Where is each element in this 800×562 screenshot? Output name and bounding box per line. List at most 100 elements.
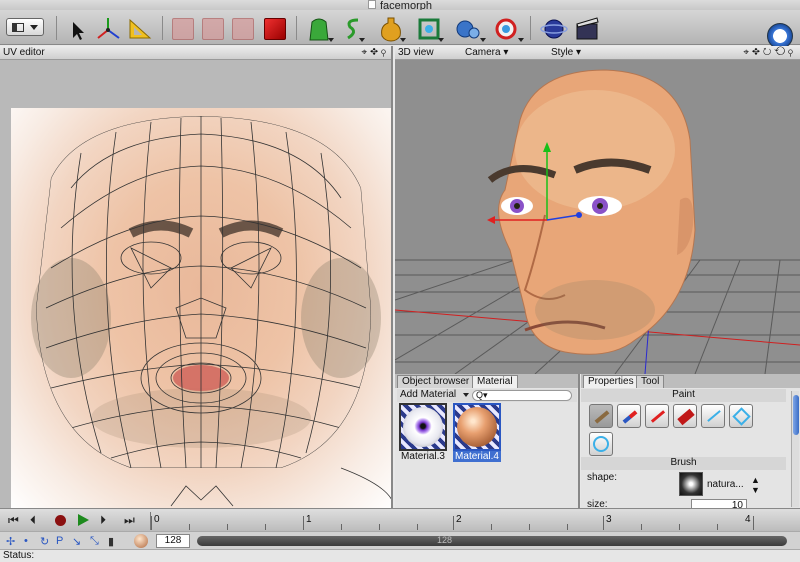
tab-tool[interactable]: Tool — [636, 375, 665, 388]
shape-value[interactable]: natura... — [707, 479, 744, 490]
line-tool-icon[interactable] — [701, 404, 725, 428]
properties-panel: Properties Tool Paint Brush shape: natur… — [581, 374, 800, 508]
chevron-down-icon[interactable] — [359, 38, 365, 42]
pen-tool-icon[interactable] — [645, 404, 669, 428]
point-key-icon[interactable]: • — [24, 535, 28, 547]
param-key-icon[interactable]: P — [56, 535, 63, 547]
transform-axes-icon[interactable] — [94, 14, 122, 42]
properties-tabs: Properties Tool — [581, 374, 800, 388]
paint-section-title: Paint — [581, 389, 786, 402]
uv-texture-canvas[interactable] — [11, 108, 391, 508]
brush-section-title: Brush — [581, 457, 786, 470]
material-item[interactable]: Material.4 — [453, 403, 501, 463]
zoom-icon[interactable]: ⚲ — [381, 47, 389, 58]
bottom-toolbar: ✢ • ↻ P ↘ ⤡ ▮ 128 128 — [0, 531, 800, 549]
brush-shape-preview[interactable] — [679, 472, 703, 496]
path-key-icon[interactable]: ↘ — [72, 535, 81, 548]
shape-stepper[interactable]: ▲ ▼ — [751, 475, 760, 495]
shape-label: shape: — [587, 472, 618, 483]
layout-selector-button[interactable] — [6, 18, 44, 36]
tab-material[interactable]: Material — [472, 375, 518, 388]
target-icon[interactable]: ⌖ — [743, 47, 752, 58]
search-input[interactable]: Q▾ — [472, 390, 572, 401]
scrollbar-thumb[interactable] — [793, 395, 799, 435]
cube-ghost-icon[interactable] — [232, 18, 254, 40]
size-input[interactable]: 10 — [691, 499, 747, 508]
3d-viewport[interactable] — [395, 60, 800, 374]
camera-menu[interactable]: Camera ▾ — [465, 46, 508, 59]
timeline-tick-label: 2 — [456, 514, 462, 525]
timeline-bar: ⏮ ⏴ ⏵ ⏭ 0 1 2 3 4 — [0, 508, 800, 531]
rotate-key-icon[interactable]: ↻ — [40, 535, 49, 548]
move-icon[interactable]: ✥ — [752, 47, 763, 58]
chevron-down-icon[interactable] — [438, 38, 444, 42]
slider-value: 128 — [437, 535, 453, 545]
skip-start-icon[interactable]: ⏮ — [8, 514, 19, 526]
add-material-label: Add Material — [400, 389, 457, 400]
toolbar-separator — [530, 16, 531, 40]
ruler-triangle-icon[interactable] — [126, 14, 154, 42]
timeline-tick-label: 3 — [606, 514, 612, 525]
rectangle-tool-icon[interactable] — [729, 404, 753, 428]
cube-solid-icon[interactable] — [264, 18, 286, 40]
object-browser-tabs: Object browser Material — [395, 374, 578, 388]
view-tools: ⌖✥↻⟲⚲ — [743, 46, 796, 59]
tab-object-browser[interactable]: Object browser — [397, 375, 475, 388]
step-forward-icon[interactable]: ⏵ — [100, 514, 106, 526]
play-icon[interactable] — [78, 514, 89, 526]
chevron-down-icon[interactable] — [518, 38, 524, 42]
marker-tool-icon[interactable] — [617, 404, 641, 428]
orbit-icon[interactable]: ↻ — [763, 47, 774, 58]
rotate-icon[interactable]: ⟲ — [774, 47, 788, 58]
scale-key-icon[interactable]: ⤡ — [90, 535, 99, 548]
zoom-icon[interactable]: ⚲ — [788, 47, 796, 58]
skip-end-icon[interactable]: ⏭ — [124, 514, 135, 526]
cube-ghost-icon[interactable] — [202, 18, 224, 40]
chevron-down-icon — [463, 393, 469, 397]
timeline-ruler[interactable]: 0 1 2 3 4 — [150, 512, 770, 530]
graph-icon[interactable]: ▮ — [108, 535, 114, 548]
frame-input[interactable]: 128 — [156, 534, 190, 548]
red-ring-icon[interactable] — [492, 14, 520, 42]
uv-mesh-wireframe — [31, 116, 391, 507]
move-icon[interactable]: ✥ — [370, 47, 381, 58]
status-bar: Status: — [0, 549, 800, 562]
skin-sphere-icon — [457, 407, 497, 447]
3d-view-header: 3D view Camera ▾ Style ▾ ⌖✥↻⟲⚲ — [395, 46, 800, 60]
brush-tool-icon[interactable] — [589, 404, 613, 428]
size-label: size: — [587, 499, 608, 508]
title-bar: facemorph — [0, 0, 800, 12]
blue-spheres-icon[interactable] — [454, 14, 482, 42]
chevron-down-icon[interactable] — [480, 38, 486, 42]
clapboard-icon[interactable] — [574, 14, 600, 42]
chevron-down-icon[interactable] — [328, 38, 334, 42]
document-icon — [368, 0, 376, 9]
panel-title: 3D view — [398, 47, 434, 58]
properties-scrollbar[interactable] — [791, 391, 799, 507]
add-material-menu[interactable]: Add Material Q▾ — [397, 389, 577, 402]
timeline-subtick: 0 — [154, 514, 160, 525]
material-name: Material.4 — [453, 451, 501, 462]
planet-icon[interactable] — [540, 14, 568, 42]
uv-editor-panel: UV editor ⌖✥⚲ — [0, 46, 393, 508]
target-icon[interactable]: ⌖ — [362, 47, 371, 58]
material-preview-icon — [134, 534, 148, 548]
move-key-icon[interactable]: ✢ — [6, 535, 15, 548]
fill-tool-icon[interactable] — [673, 404, 697, 428]
step-back-icon[interactable]: ⏴ — [30, 514, 36, 526]
material-item[interactable]: Material.3 — [399, 403, 447, 463]
chevron-down-icon[interactable] — [400, 38, 406, 42]
chevron-down-icon — [30, 25, 38, 30]
uv-editor-header: UV editor ⌖✥⚲ — [0, 46, 391, 60]
timeline-tick-label: 1 — [306, 514, 312, 525]
toolbar-separator — [56, 16, 57, 40]
frame-slider[interactable]: 128 — [197, 535, 787, 546]
record-icon[interactable] — [55, 515, 66, 526]
cube-ghost-icon[interactable] — [172, 18, 194, 40]
ellipse-tool-icon[interactable] — [589, 432, 613, 456]
material-name: Material.3 — [401, 451, 445, 462]
style-menu[interactable]: Style ▾ — [551, 46, 581, 59]
select-arrow-icon[interactable] — [68, 14, 88, 42]
material-thumbnail — [399, 403, 447, 451]
tab-properties[interactable]: Properties — [583, 375, 639, 388]
